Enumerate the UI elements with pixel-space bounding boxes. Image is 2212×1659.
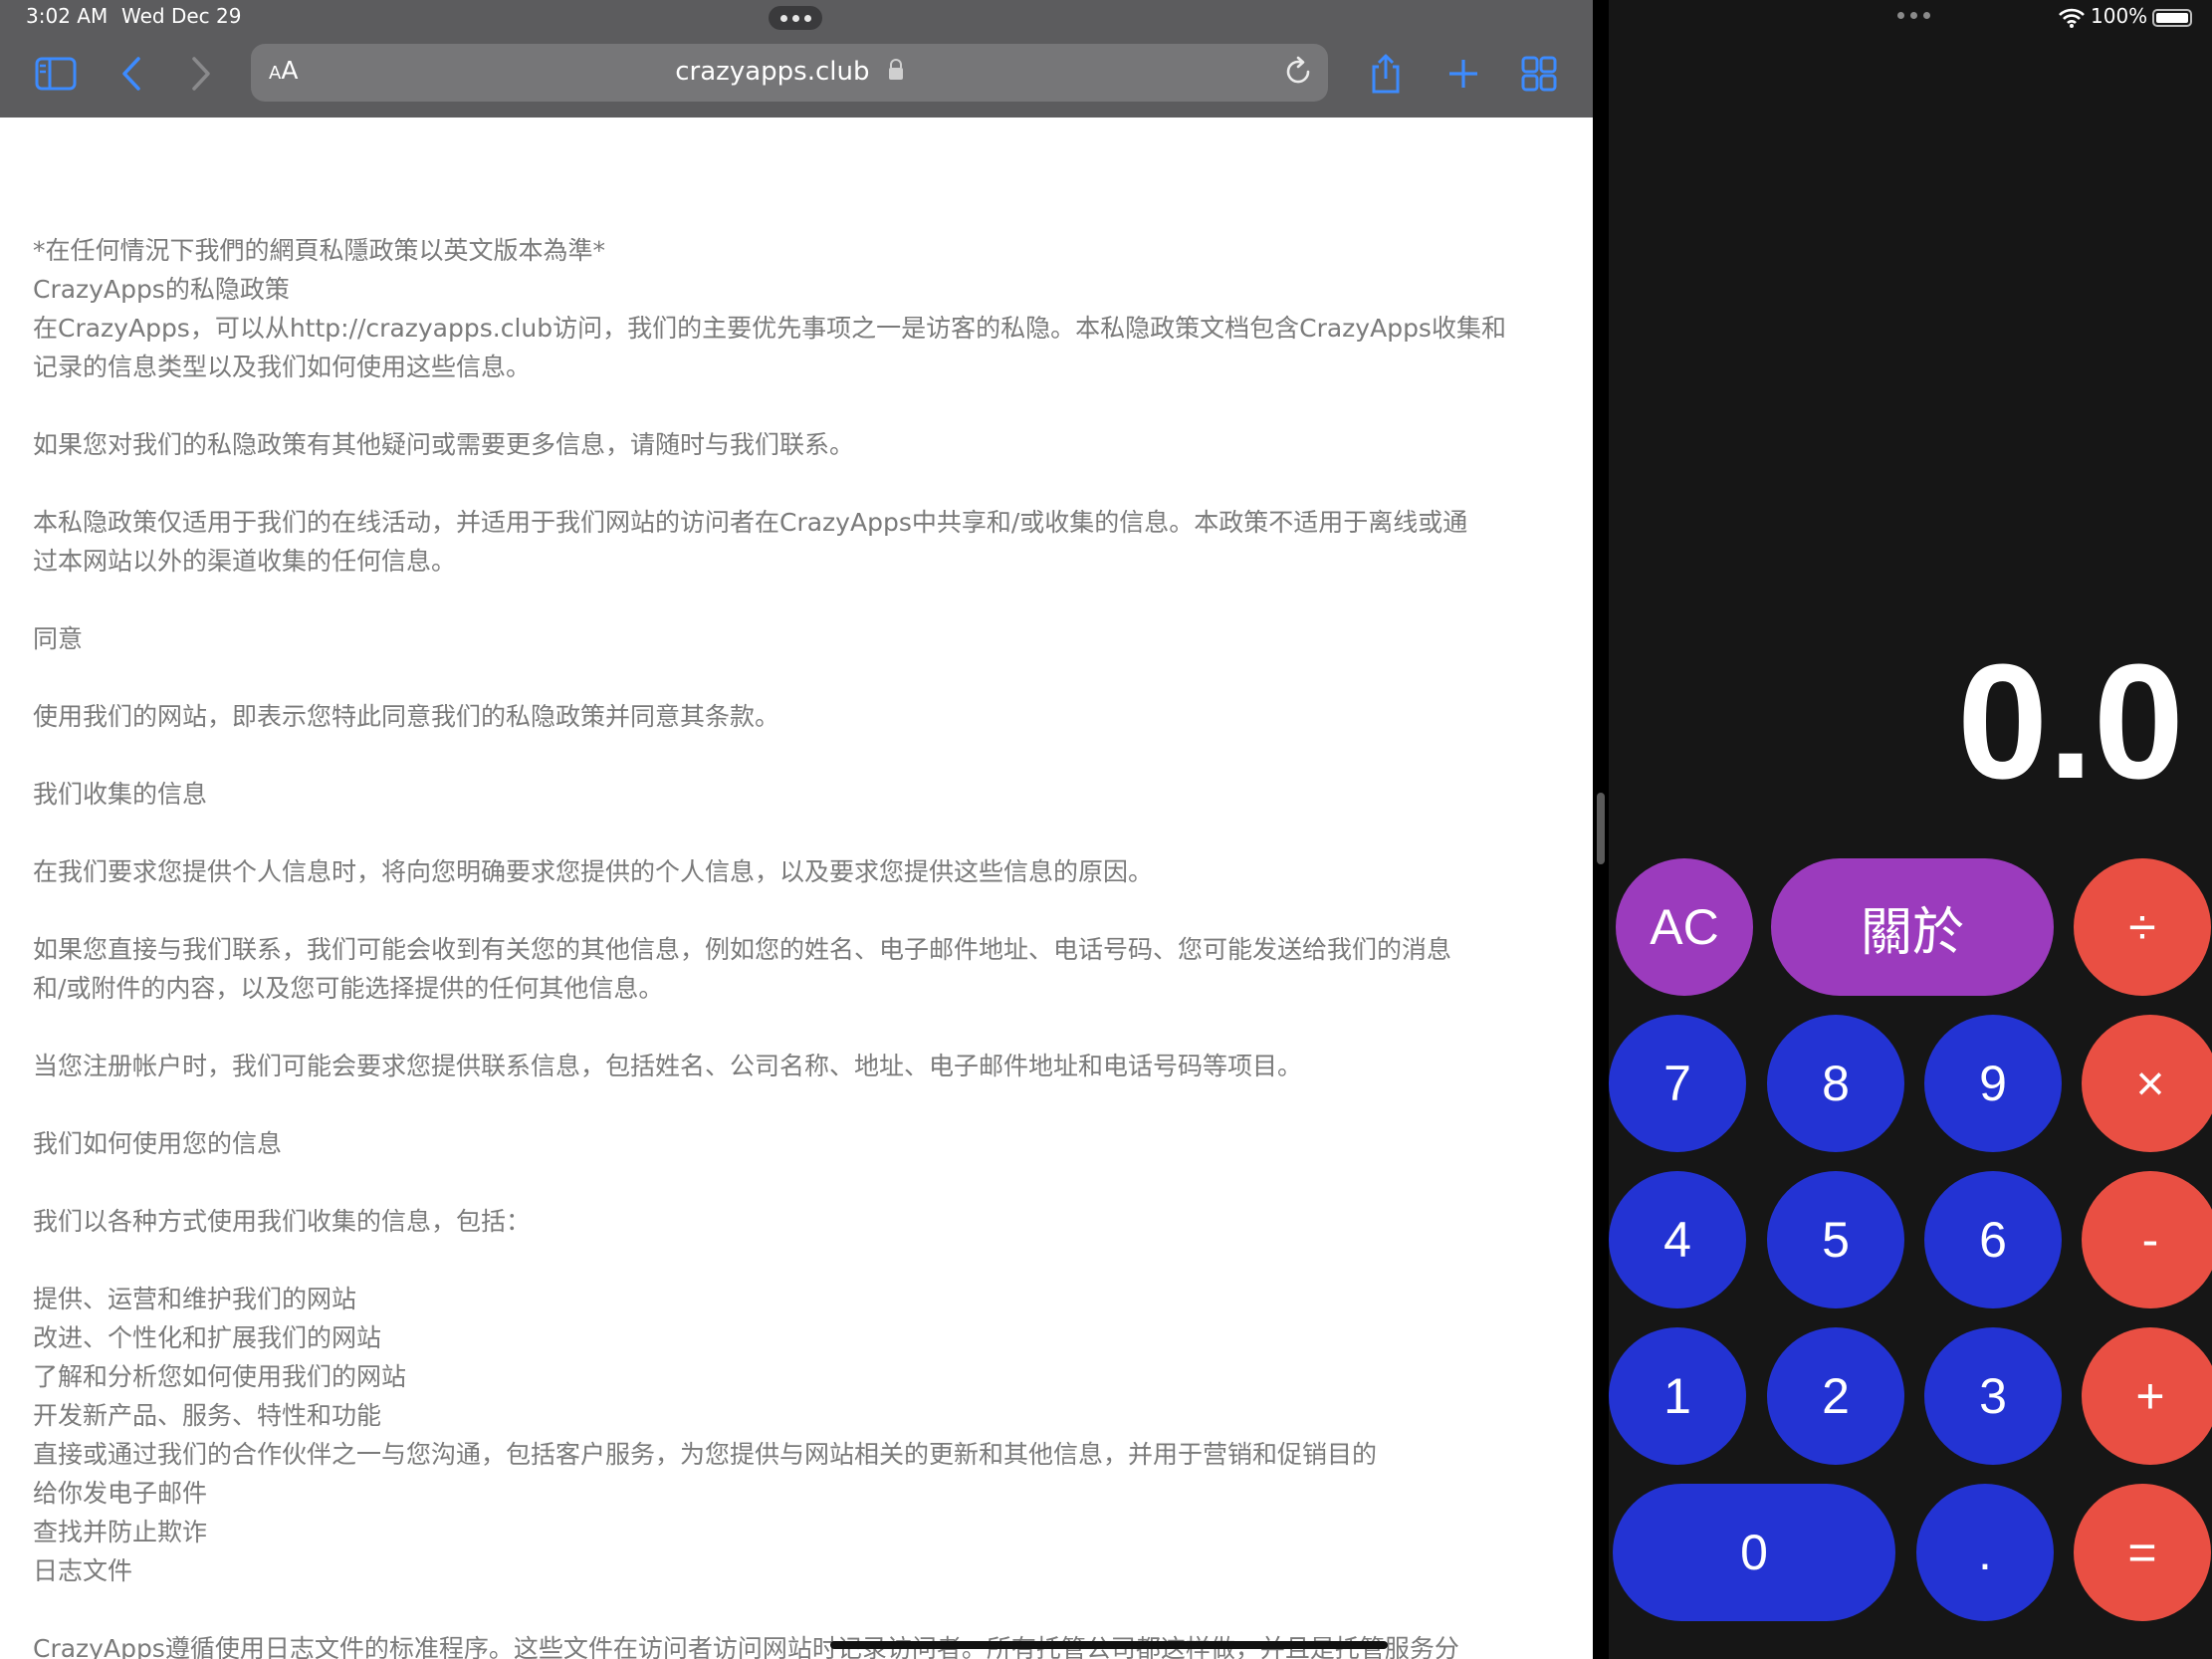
calculator-app: 100% 0.0 AC 關於 ÷ 7 8 9 × 4 5 6 - 1 2 3 +… <box>1609 0 2212 1659</box>
policy-list-item: 直接或通过我们的合作伙伴之一与您沟通，包括客户服务，为您提供与网站相关的更新和其… <box>33 1440 1378 1469</box>
policy-list-item: 了解和分析您如何使用我们的网站 <box>33 1362 407 1391</box>
digit-1-button[interactable]: 1 <box>1609 1327 1746 1465</box>
policy-line: 我们以各种方式使用我们收集的信息，包括： <box>33 1207 532 1236</box>
policy-list-item: 查找并防止欺诈 <box>33 1518 208 1546</box>
digit-2-button[interactable]: 2 <box>1767 1327 1904 1465</box>
policy-list-item: 改进、个性化和扩展我们的网站 <box>33 1323 382 1352</box>
calculator-display: 0.0 <box>1957 630 2184 813</box>
clear-button[interactable]: AC <box>1616 858 1753 996</box>
policy-heading: 同意 <box>33 624 84 653</box>
share-icon[interactable] <box>1364 52 1408 96</box>
minus-button[interactable]: - <box>2082 1171 2212 1308</box>
digit-3-button[interactable]: 3 <box>1924 1327 2062 1465</box>
address-bar[interactable]: AA crazyapps.club <box>251 44 1328 102</box>
divide-button[interactable]: ÷ <box>2074 858 2211 996</box>
policy-list-item: 开发新产品、服务、特性和功能 <box>33 1401 382 1430</box>
policy-line: 在CrazyApps，可以从http://crazyapps.club访问，我们… <box>33 314 1506 343</box>
policy-line: 使用我们的网站，即表示您特此同意我们的私隐政策并同意其条款。 <box>33 702 780 731</box>
multitasking-menu-icon[interactable] <box>1897 12 1930 19</box>
policy-line: *在任何情況下我們的網頁私隱政策以英文版本為準* <box>33 236 606 265</box>
policy-heading: 日志文件 <box>33 1556 133 1585</box>
policy-list-item: 提供、运营和维护我们的网站 <box>33 1285 357 1313</box>
equals-button[interactable]: = <box>2074 1484 2211 1621</box>
battery-icon <box>2152 9 2192 27</box>
policy-line: 在我们要求您提供个人信息时，将向您明确要求您提供的个人信息，以及要求您提供这些信… <box>33 857 1154 886</box>
policy-line: 记录的信息类型以及我们如何使用这些信息。 <box>33 353 532 381</box>
multiply-button[interactable]: × <box>2082 1015 2212 1152</box>
policy-line: CrazyApps的私隐政策 <box>33 275 290 304</box>
status-time: 3:02 AM <box>26 4 109 28</box>
policy-line: 和/或附件的内容，以及您可能选择提供的任何其他信息。 <box>33 974 664 1003</box>
policy-line: 本私隐政策仅适用于我们的在线活动，并适用于我们网站的访问者在CrazyApps中… <box>33 508 1468 537</box>
policy-line: 如果您对我们的私隐政策有其他疑问或需要更多信息，请随时与我们联系。 <box>33 430 855 459</box>
digit-7-button[interactable]: 7 <box>1609 1015 1746 1152</box>
back-icon[interactable] <box>110 52 153 96</box>
tabs-overview-icon[interactable] <box>1517 52 1561 96</box>
split-view-handle[interactable] <box>1597 793 1605 864</box>
plus-button[interactable]: + <box>2082 1327 2212 1465</box>
sidebar-icon[interactable] <box>34 52 78 96</box>
policy-heading: 我们如何使用您的信息 <box>33 1129 283 1158</box>
status-date: Wed Dec 29 <box>121 4 242 28</box>
digit-6-button[interactable]: 6 <box>1924 1171 2062 1308</box>
decimal-point-button[interactable]: . <box>1916 1484 2054 1621</box>
safari-window: 3:02 AM Wed Dec 29 AA crazyapps.club *在任… <box>0 0 1593 1659</box>
digit-4-button[interactable]: 4 <box>1609 1171 1746 1308</box>
battery-percentage: 100% <box>2091 4 2148 28</box>
wifi-icon <box>2059 8 2085 32</box>
multitasking-menu-icon[interactable] <box>769 6 822 30</box>
reload-icon[interactable] <box>1282 56 1314 92</box>
url-text: crazyapps.club <box>675 57 870 87</box>
policy-list-item: 给你发电子邮件 <box>33 1479 208 1508</box>
about-button[interactable]: 關於 <box>1771 858 2054 996</box>
home-indicator[interactable] <box>830 1641 1388 1649</box>
forward-icon[interactable] <box>179 52 223 96</box>
safari-toolbar: 3:02 AM Wed Dec 29 AA crazyapps.club <box>0 0 1593 118</box>
policy-line: 如果您直接与我们联系，我们可能会收到有关您的其他信息，例如您的姓名、电子邮件地址… <box>33 935 1452 964</box>
new-tab-icon[interactable] <box>1441 52 1485 96</box>
privacy-policy-text: *在任何情況下我們的網頁私隱政策以英文版本為準* CrazyApps的私隐政策 … <box>33 231 1566 1659</box>
lock-icon <box>888 58 904 88</box>
policy-heading: 我们收集的信息 <box>33 780 208 809</box>
digit-8-button[interactable]: 8 <box>1767 1015 1904 1152</box>
digit-0-button[interactable]: 0 <box>1613 1484 1895 1621</box>
digit-9-button[interactable]: 9 <box>1924 1015 2062 1152</box>
digit-5-button[interactable]: 5 <box>1767 1171 1904 1308</box>
policy-line: 过本网站以外的渠道收集的任何信息。 <box>33 547 457 576</box>
policy-line: 当您注册帐户时，我们可能会要求您提供联系信息，包括姓名、公司名称、地址、电子邮件… <box>33 1052 1303 1080</box>
